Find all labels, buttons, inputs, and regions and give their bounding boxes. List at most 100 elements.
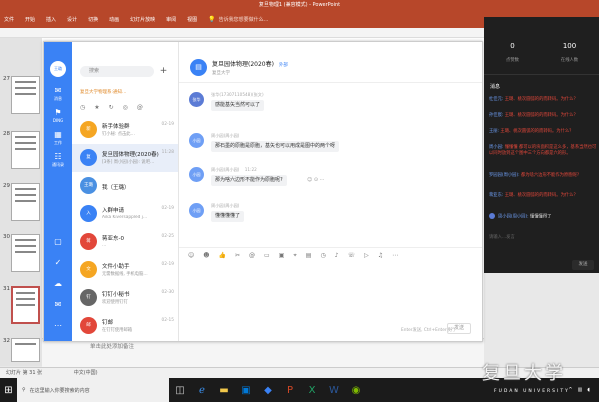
message-sender: 周小园(周小园) <box>211 133 240 138</box>
conversation-avatar: 蒋 <box>80 233 97 250</box>
ribbon-tab-review[interactable]: 审阅 <box>166 16 176 23</box>
word-taskbar-icon[interactable]: W <box>323 378 345 402</box>
store-icon[interactable]: ▣ <box>235 378 257 402</box>
folder-icon[interactable]: ▭ <box>264 252 270 259</box>
emoji-icon[interactable]: ☺ <box>188 252 194 259</box>
ribbon-tab-design[interactable]: 设计 <box>67 16 77 23</box>
more-actions-icon[interactable]: ⋯ <box>320 177 325 183</box>
send-button[interactable]: 发送 <box>447 323 471 334</box>
conversation-item[interactable]: 入 入群申请 Aika Kiversappled j... 02-19 <box>72 200 178 228</box>
notes-pane[interactable]: 单击此处添加备注 <box>42 338 484 367</box>
network-icon[interactable]: ▥ <box>578 387 583 393</box>
cloud-disk-icon[interactable]: ☁ <box>44 279 72 288</box>
slide-thumbnail[interactable] <box>11 234 40 272</box>
video-icon[interactable]: ▷ <box>364 252 369 259</box>
clock-icon[interactable]: ◷ <box>80 104 85 113</box>
mail-icon[interactable]: ✉ <box>44 300 72 309</box>
live-chat-input[interactable]: 请输入…发言 <box>489 234 515 240</box>
message-avatar[interactable]: 小园 <box>189 203 204 218</box>
at-icon[interactable]: @ <box>137 104 143 113</box>
refresh-icon[interactable]: ↻ <box>109 104 114 113</box>
live-message: 王丽: 王璐、桃次圆弧的的而转码。为什么？ <box>489 129 574 134</box>
wechat-taskbar-icon[interactable]: ◉ <box>345 378 367 402</box>
conversation-avatar: 复 <box>80 149 97 166</box>
lightbulb-icon: 💡 <box>208 16 216 23</box>
conversation-item[interactable]: 蒋 蒋亚东-0 … 02-25 <box>72 228 178 256</box>
notice-bar[interactable]: 复旦大学物理系:通知... <box>80 88 174 98</box>
message-text[interactable]: 懂懂懂懂了 <box>211 211 245 222</box>
conversation-item[interactable]: 王璐 我（王璐） <box>72 172 178 200</box>
bell-icon[interactable]: ♫ <box>378 252 383 259</box>
todo-icon[interactable]: ✓ <box>44 258 72 267</box>
ribbon-tab-home[interactable]: 开始 <box>25 16 35 23</box>
ribbon-tab-slideshow[interactable]: 幻灯片放映 <box>130 16 155 23</box>
volume-icon[interactable]: ◖ <box>587 387 590 393</box>
ribbon-tab-view[interactable]: 视图 <box>187 16 197 23</box>
nav-work[interactable]: ▦ 工作 <box>44 130 72 146</box>
image-icon[interactable]: ▣ <box>279 252 285 259</box>
message-text[interactable]: 感能基矢当然可以了 <box>211 100 265 111</box>
message-text[interactable]: 那为啥六边形不能作为原胞呢? <box>211 175 287 186</box>
slide-thumbnail[interactable] <box>11 338 40 362</box>
ribbon-tab-file[interactable]: 文件 <box>4 16 14 23</box>
location-icon[interactable]: ⌖ <box>293 252 296 259</box>
user-avatar[interactable]: 王璐 <box>50 61 66 77</box>
chat-history-icon[interactable]: ◷ <box>320 252 325 259</box>
more-icon[interactable]: ⋯ <box>44 321 72 330</box>
slide-thumbnail[interactable] <box>11 131 40 169</box>
slide-thumbnail-selected[interactable] <box>11 286 40 324</box>
tell-me-search[interactable]: 告诉我您想要做什么... <box>219 16 269 23</box>
search-input[interactable]: 搜索 <box>80 66 154 77</box>
live-send-button[interactable]: 发送 <box>572 260 594 270</box>
conversation-item[interactable]: 钉 钉钉小秘书 欢迎使用钉钉 02-30 <box>72 284 178 312</box>
more-tools-icon[interactable]: ⋯ <box>392 252 398 259</box>
calendar-icon[interactable]: ▢ <box>44 237 72 246</box>
at-mention-icon[interactable]: @ <box>249 252 255 259</box>
slide-thumbnail[interactable] <box>11 183 40 221</box>
conversation-item[interactable]: 新 新手体验群 钉小秘: 点击此… 02-19 <box>72 116 178 144</box>
edge-icon[interactable]: ℯ <box>191 378 213 402</box>
reply-icon[interactable]: ⊙ <box>314 177 318 183</box>
message-text[interactable]: 那石墨的原胞是原胞，基矢也可以用成是图中的两个呀 <box>211 141 340 152</box>
ribbon-tab-transitions[interactable]: 切换 <box>88 16 98 23</box>
message-actions: ☺ ⊙ ⋯ <box>307 177 325 183</box>
conversation-item[interactable]: 邮 钉邮 在钉钉使用邮箱 02-15 <box>72 312 178 340</box>
slide-thumbnail[interactable] <box>11 76 40 114</box>
nav-contacts[interactable]: ☷ 通讯录 <box>44 152 72 168</box>
nav-messages[interactable]: ✉ 消息 <box>44 86 72 102</box>
nav-ding[interactable]: ⚑ DING <box>44 108 72 123</box>
conversation-item[interactable]: 文 文件小助手 无需数据线, 手机电脑… 02-19 <box>72 256 178 284</box>
doc-icon[interactable]: ▤ <box>306 252 312 259</box>
star-icon[interactable]: ★ <box>94 104 99 113</box>
chat-message: 小园 周小园(周小园) 懂懂懂懂了 <box>189 203 469 225</box>
conversation-name: 新手体验群 <box>102 124 130 130</box>
sticker-icon[interactable]: ☻ <box>203 252 209 259</box>
emoji-reaction-icon[interactable]: ☺ <box>307 177 312 183</box>
scissors-icon[interactable]: ✂ <box>235 252 240 259</box>
taskbar-search[interactable]: ⚲ 在这里输入你要搜索的内容 <box>17 378 169 402</box>
message-avatar[interactable]: 小园 <box>189 167 204 182</box>
ribbon-tab-insert[interactable]: 插入 <box>46 16 56 23</box>
ribbon-tab-animations[interactable]: 动画 <box>109 16 119 23</box>
task-view-icon[interactable]: ◫ <box>169 378 191 402</box>
voice-icon[interactable]: ♪ <box>335 252 339 259</box>
conversation-name: 复旦园体物理(2020春) <box>102 152 159 158</box>
dingtalk-taskbar-icon[interactable]: ◆ <box>257 378 279 402</box>
message-avatar[interactable]: 张华 <box>189 92 204 107</box>
message-input[interactable] <box>179 260 482 320</box>
group-icon[interactable]: ◎ <box>123 104 128 113</box>
file-explorer-icon[interactable]: ▬ <box>213 378 235 402</box>
message-avatar[interactable]: 小园 <box>189 133 204 148</box>
conversation-item-selected[interactable]: 复 复旦园体物理(2020春) [3条] 周小园(小园): 说吧… 11:28 <box>72 144 178 172</box>
windows-start-icon[interactable]: ⊞ <box>0 378 17 402</box>
live-messages-tab[interactable]: 消息 <box>490 83 500 90</box>
thumbs-up-icon[interactable]: 👍 <box>219 252 226 259</box>
message-sender: 周小园(周小园) 11:22 <box>211 167 257 172</box>
conversation-name: 钉邮 <box>102 320 114 326</box>
group-avatar-icon[interactable]: ▤ <box>190 59 207 76</box>
phone-icon[interactable]: ☏ <box>348 252 356 259</box>
conversation-list: 搜索 + 复旦大学物理系:通知... ◷ ★ ↻ ◎ @ 新 新手体验群 钉小秘… <box>72 42 179 341</box>
excel-taskbar-icon[interactable]: X <box>301 378 323 402</box>
add-icon[interactable]: + <box>158 66 169 77</box>
powerpoint-taskbar-icon[interactable]: P <box>279 378 301 402</box>
